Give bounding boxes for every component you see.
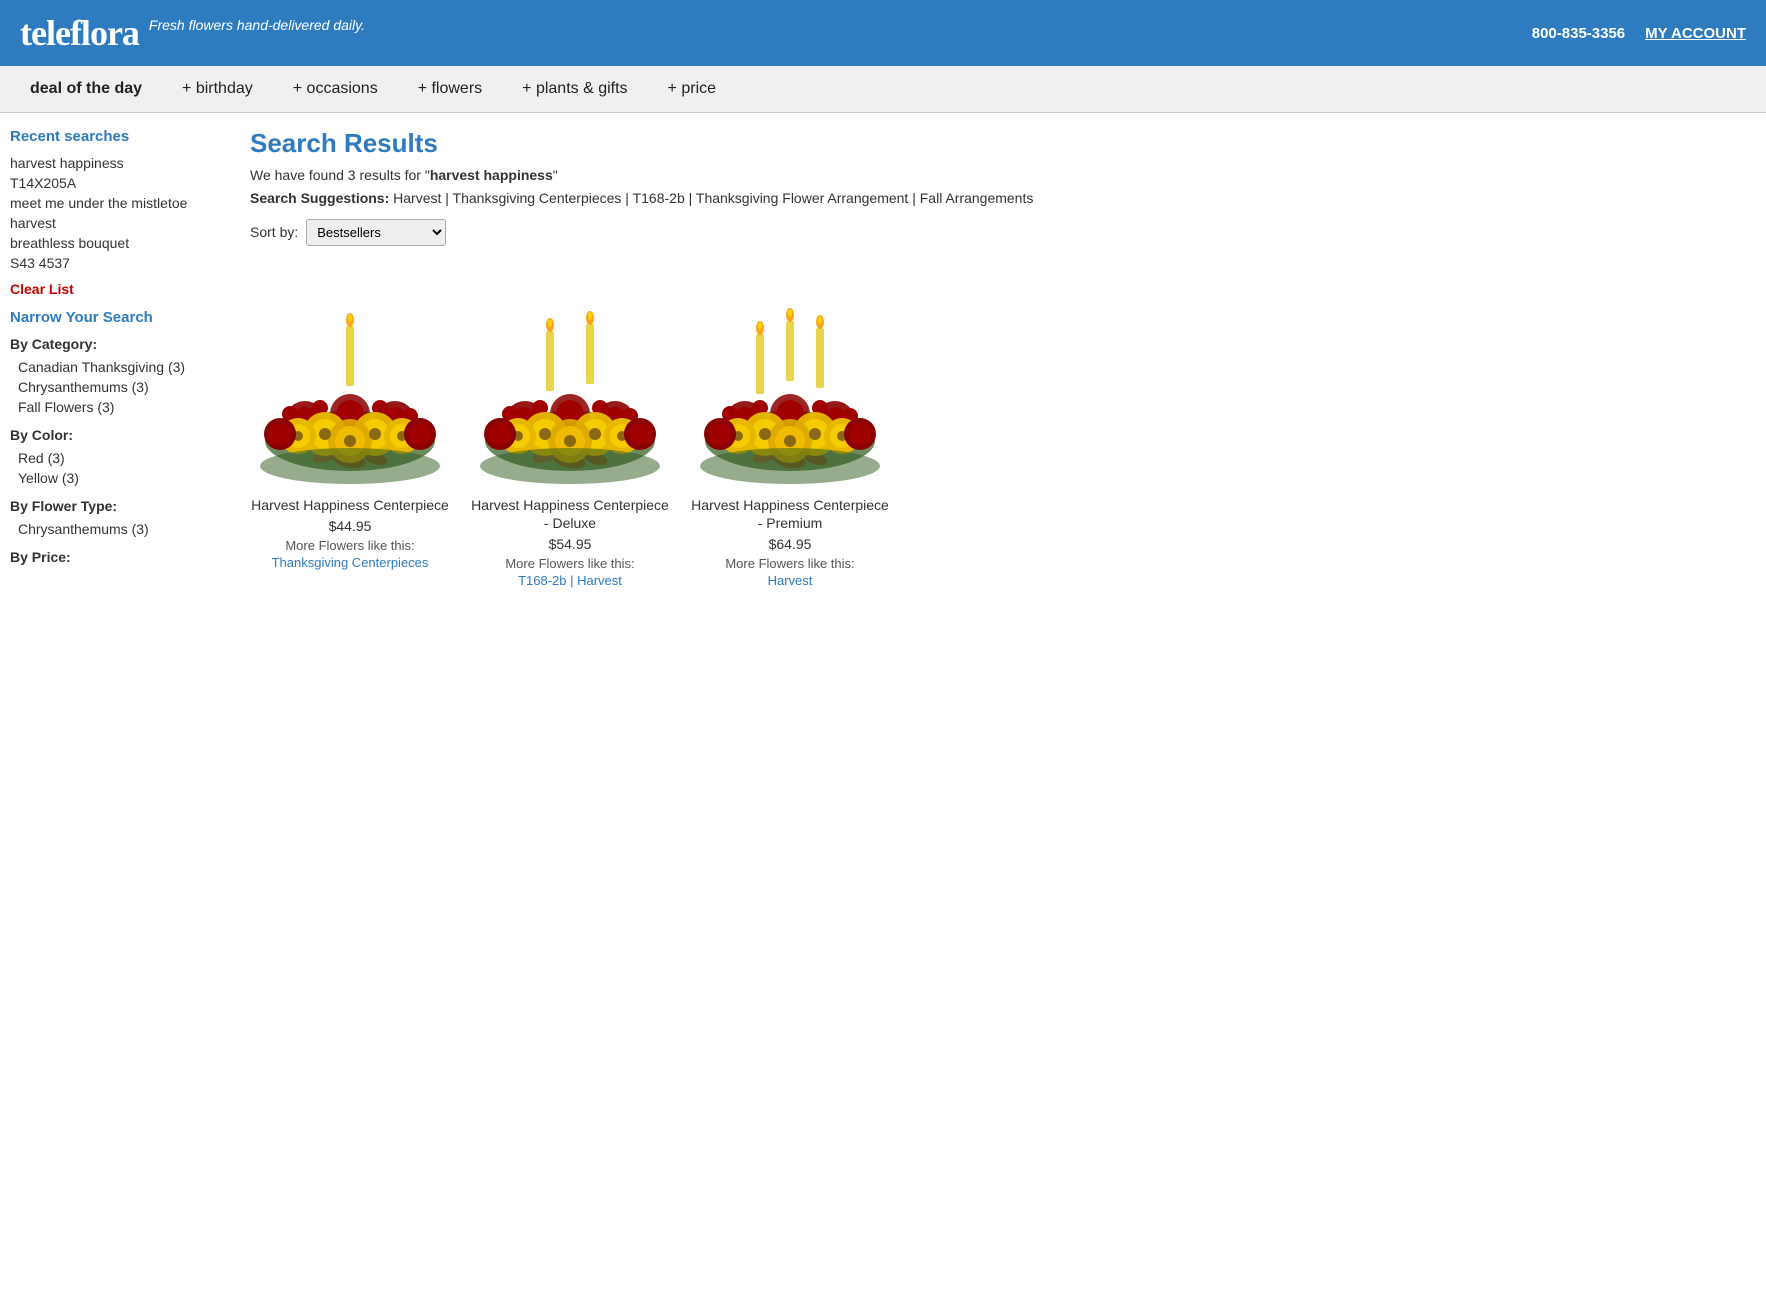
by-color-heading: By Color: — [10, 427, 230, 443]
phone-number[interactable]: 800-835-3356 — [1532, 25, 1625, 42]
more-label: More Flowers like this: — [285, 538, 414, 553]
suggestions-text[interactable]: Harvest | Thanksgiving Centerpieces | T1… — [393, 190, 1033, 206]
logo-text: teleflora — [20, 13, 139, 53]
recent-search-item[interactable]: meet me under the mistletoe — [10, 193, 230, 213]
narrow-search-heading: Narrow Your Search — [10, 309, 230, 326]
recent-items-list: harvest happinessT14X205Ameet me under t… — [10, 153, 230, 273]
more-links[interactable]: Thanksgiving Centerpieces — [272, 555, 429, 570]
by-price-heading: By Price: — [10, 549, 230, 565]
nav-item-price[interactable]: + price — [648, 66, 736, 112]
recent-search-item[interactable]: breathless bouquet — [10, 233, 230, 253]
sort-label: Sort by: — [250, 224, 298, 240]
product-card[interactable]: Harvest Happiness Centerpiece - Deluxe $5… — [470, 266, 670, 590]
by-flower-type-heading: By Flower Type: — [10, 498, 230, 514]
product-price: $44.95 — [250, 518, 450, 534]
recent-searches-heading: Recent searches — [10, 128, 230, 145]
category-filter-item[interactable]: Fall Flowers (3) — [10, 397, 230, 417]
more-links[interactable]: T168-2b | Harvest — [518, 573, 622, 588]
header-left: teleflora Fresh flowers hand-delivered d… — [20, 12, 365, 54]
my-account-link[interactable]: MY ACCOUNT — [1645, 25, 1746, 42]
category-filter-item[interactable]: Canadian Thanksgiving (3) — [10, 357, 230, 377]
more-label: More Flowers like this: — [725, 556, 854, 571]
color-filter-item[interactable]: Red (3) — [10, 448, 230, 468]
more-label: More Flowers like this: — [505, 556, 634, 571]
search-suggestions: Search Suggestions: Harvest | Thanksgivi… — [250, 189, 1756, 209]
logo-tagline: Fresh flowers hand-delivered daily. — [149, 16, 365, 34]
recent-search-item[interactable]: harvest — [10, 213, 230, 233]
product-more-links[interactable]: More Flowers like this: Harvest — [690, 556, 890, 590]
results-summary-pre: We have found 3 results for " — [250, 167, 430, 183]
sort-bar: Sort by: BestsellersPrice: Low to HighPr… — [250, 219, 1756, 246]
content-area: Search Results We have found 3 results f… — [250, 128, 1756, 590]
category-filters: Canadian Thanksgiving (3)Chrysanthemums … — [10, 357, 230, 417]
color-filters: Red (3)Yellow (3) — [10, 448, 230, 488]
results-query: harvest happiness — [430, 167, 553, 183]
logo[interactable]: teleflora — [20, 12, 139, 54]
category-filter-item[interactable]: Chrysanthemums (3) — [10, 377, 230, 397]
nav-item-occasions[interactable]: + occasions — [273, 66, 398, 112]
results-summary-post: " — [553, 167, 558, 183]
product-image — [470, 266, 670, 486]
product-name: Harvest Happiness Centerpiece - Deluxe — [470, 496, 670, 532]
product-price: $64.95 — [690, 536, 890, 552]
search-results-title: Search Results — [250, 128, 1756, 159]
sort-select[interactable]: BestsellersPrice: Low to HighPrice: High… — [306, 219, 446, 246]
by-category-heading: By Category: — [10, 336, 230, 352]
header-right: 800-835-3356 MY ACCOUNT — [1532, 25, 1746, 42]
nav-item-birthday[interactable]: + birthday — [162, 66, 273, 112]
product-more-links[interactable]: More Flowers like this: T168-2b | Harvest — [470, 556, 670, 590]
product-more-links[interactable]: More Flowers like this: Thanksgiving Cent… — [250, 538, 450, 572]
color-filter-item[interactable]: Yellow (3) — [10, 468, 230, 488]
products-grid: Harvest Happiness Centerpiece $44.95 More … — [250, 266, 1756, 590]
product-name: Harvest Happiness Centerpiece - Premium — [690, 496, 890, 532]
nav-bar: deal of the day+ birthday+ occasions+ fl… — [0, 66, 1766, 113]
clear-list-button[interactable]: Clear List — [10, 281, 230, 297]
product-name: Harvest Happiness Centerpiece — [250, 496, 450, 514]
nav-item-deal-of-the-day[interactable]: deal of the day — [10, 66, 162, 112]
flower-type-filter-item[interactable]: Chrysanthemums (3) — [10, 519, 230, 539]
recent-search-item[interactable]: T14X205A — [10, 173, 230, 193]
recent-search-item[interactable]: S43 4537 — [10, 253, 230, 273]
site-header: teleflora Fresh flowers hand-delivered d… — [0, 0, 1766, 66]
nav-item-plants--gifts[interactable]: + plants & gifts — [502, 66, 647, 112]
suggestions-label: Search Suggestions: — [250, 190, 389, 206]
more-links[interactable]: Harvest — [768, 573, 813, 588]
flower-type-filters: Chrysanthemums (3) — [10, 519, 230, 539]
product-card[interactable]: Harvest Happiness Centerpiece $44.95 More … — [250, 266, 450, 590]
product-price: $54.95 — [470, 536, 670, 552]
recent-search-item[interactable]: harvest happiness — [10, 153, 230, 173]
results-summary: We have found 3 results for "harvest hap… — [250, 167, 1756, 183]
main-layout: Recent searches harvest happinessT14X205… — [0, 113, 1766, 605]
nav-item-flowers[interactable]: + flowers — [398, 66, 502, 112]
product-image — [250, 266, 450, 486]
product-image — [690, 266, 890, 486]
product-card[interactable]: Harvest Happiness Centerpiece - Premium $… — [690, 266, 890, 590]
sidebar: Recent searches harvest happinessT14X205… — [10, 128, 230, 590]
